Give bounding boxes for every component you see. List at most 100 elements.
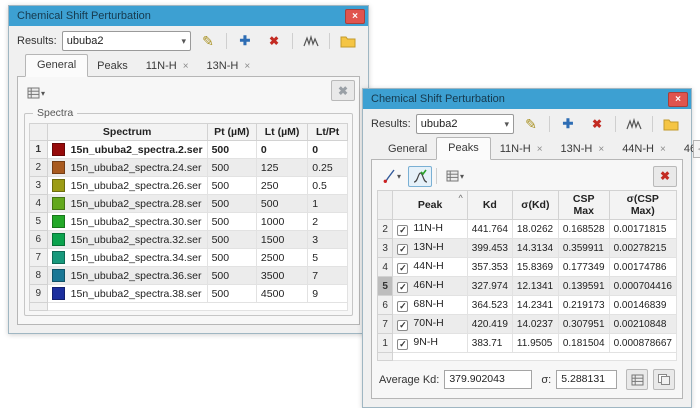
delete-peak-button[interactable]: ✖ <box>653 166 677 187</box>
kd-value: 327.974 <box>467 277 512 296</box>
add-result-button[interactable]: ✚ <box>233 31 257 52</box>
table-row[interactable]: 5 15n_ububa2_spectra.30.ser 500 1000 2 <box>30 213 348 231</box>
tab-44n-h[interactable]: 44N-H× <box>613 140 675 159</box>
row-number[interactable]: 1 <box>378 334 393 353</box>
row-number[interactable]: 3 <box>378 239 393 258</box>
col-header-pt[interactable]: Pt (µM) <box>207 124 256 141</box>
peak-checkbox[interactable]: ✓ <box>397 339 408 350</box>
tab-general[interactable]: General <box>25 54 88 77</box>
table-row[interactable]: 7 ✓70N-H 420.419 14.0237 0.307951 0.0021… <box>378 315 677 334</box>
row-number[interactable]: 4 <box>30 195 48 213</box>
chevron-down-icon: ▾ <box>504 119 509 130</box>
peak-checkbox[interactable]: ✓ <box>397 225 408 236</box>
col-header-peak[interactable]: Peak^ <box>393 191 467 220</box>
close-button[interactable]: × <box>345 9 365 24</box>
show-peaks-button[interactable] <box>299 31 323 52</box>
results-value: ububa2 <box>421 118 458 130</box>
pick-peaks-button[interactable] <box>408 166 432 187</box>
tab-11n-h[interactable]: 11N-H× <box>491 140 552 159</box>
tab-bar: General Peaks 11N-H× 13N-H× <box>17 55 360 77</box>
tab-general[interactable]: General <box>379 140 436 159</box>
table-row[interactable]: 4 15n_ububa2_spectra.28.ser 500 500 1 <box>30 195 348 213</box>
col-header-csp-max[interactable]: CSP Max <box>558 191 609 220</box>
row-number[interactable]: 1 <box>30 141 48 159</box>
row-number[interactable]: 3 <box>30 177 48 195</box>
tab-11n-h[interactable]: 11N-H× <box>137 57 198 76</box>
row-number[interactable]: 6 <box>30 231 48 249</box>
row-number[interactable]: 2 <box>378 220 393 239</box>
table-row[interactable]: 6 ✓68N-H 364.523 14.2341 0.219173 0.0014… <box>378 296 677 315</box>
peak-checkbox[interactable]: ✓ <box>397 301 408 312</box>
edit-result-button[interactable]: ✎ <box>196 31 220 52</box>
tab-close-icon[interactable]: × <box>598 144 604 155</box>
row-number-current[interactable]: 5 <box>378 277 393 296</box>
tab-close-icon[interactable]: × <box>183 61 189 72</box>
table-row[interactable]: 7 15n_ububa2_spectra.34.ser 500 2500 5 <box>30 249 348 267</box>
table-menu-button[interactable]: ▾ <box>24 83 48 104</box>
spectrum-name: 15n_ububa2_spectra.26.ser <box>71 180 202 192</box>
show-peaks-button[interactable] <box>622 114 646 135</box>
toolbar-separator <box>329 33 330 49</box>
tab-close-icon[interactable]: × <box>244 61 250 72</box>
tab-13n-h[interactable]: 13N-H× <box>198 57 260 76</box>
col-header-ltpt[interactable]: Lt/Pt <box>308 124 348 141</box>
results-value: ububa2 <box>67 35 104 47</box>
tab-peaks[interactable]: Peaks <box>436 137 491 160</box>
table-row[interactable]: 8 15n_ububa2_spectra.36.ser 500 3500 7 <box>30 267 348 285</box>
remove-button-disabled[interactable]: ✖ <box>331 80 355 101</box>
tab-46n-h[interactable]: 46N <box>675 140 693 159</box>
col-header-sigma-csp-max[interactable]: σ(CSP Max) <box>609 191 676 220</box>
row-number[interactable]: 7 <box>30 249 48 267</box>
peak-checkbox[interactable]: ✓ <box>397 244 408 255</box>
col-header-sigma-kd[interactable]: σ(Kd) <box>512 191 558 220</box>
close-button[interactable]: × <box>668 92 688 107</box>
ltpt-value: 5 <box>308 249 348 267</box>
table-row[interactable]: 2 15n_ububa2_spectra.24.ser 500 125 0.25 <box>30 159 348 177</box>
tab-peaks[interactable]: Peaks <box>88 57 137 76</box>
tab-close-icon[interactable]: × <box>537 144 543 155</box>
titlebar[interactable]: Chemical Shift Perturbation × <box>9 6 368 26</box>
delete-result-button[interactable]: ✖ <box>262 31 286 52</box>
sigma-field[interactable]: 5.288131 <box>556 370 617 389</box>
average-kd-field[interactable]: 379.902043 <box>444 370 532 389</box>
results-combobox[interactable]: ububa2 ▾ <box>62 31 191 51</box>
row-number[interactable]: 7 <box>378 315 393 334</box>
open-folder-button[interactable] <box>336 31 360 52</box>
table-row[interactable]: 3 ✓13N-H 399.453 14.3134 0.359911 0.0027… <box>378 239 677 258</box>
open-folder-button[interactable] <box>659 114 683 135</box>
delete-result-button[interactable]: ✖ <box>585 114 609 135</box>
row-number[interactable]: 5 <box>30 213 48 231</box>
peak-picker-button[interactable]: ▾ <box>377 166 405 187</box>
table-view-button[interactable] <box>626 369 648 390</box>
copy-button[interactable] <box>653 369 675 390</box>
table-row[interactable]: 1 ✓9N-H 383.71 11.9505 0.181504 0.000878… <box>378 334 677 353</box>
table-menu-button[interactable]: ▾ <box>441 166 469 187</box>
titlebar[interactable]: Chemical Shift Perturbation × <box>363 89 691 109</box>
table-row[interactable]: 1 15n_ububa2_spectra.2.ser 500 0 0 <box>30 141 348 159</box>
row-number[interactable]: 2 <box>30 159 48 177</box>
col-header-lt[interactable]: Lt (µM) <box>256 124 307 141</box>
table-row[interactable]: 5 ✓46N-H 327.974 12.1341 0.139591 0.0007… <box>378 277 677 296</box>
row-header-corner <box>378 191 393 220</box>
edit-result-button[interactable]: ✎ <box>519 114 543 135</box>
row-number[interactable]: 6 <box>378 296 393 315</box>
table-row[interactable]: 3 15n_ububa2_spectra.26.ser 500 250 0.5 <box>30 177 348 195</box>
row-number[interactable]: 4 <box>378 258 393 277</box>
lt-value: 1500 <box>256 231 307 249</box>
table-row[interactable]: 9 15n_ububa2_spectra.38.ser 500 4500 9 <box>30 285 348 303</box>
row-number[interactable]: 8 <box>30 267 48 285</box>
tab-close-icon[interactable]: × <box>660 144 666 155</box>
table-row[interactable]: 6 15n_ububa2_spectra.32.ser 500 1500 3 <box>30 231 348 249</box>
tab-13n-h[interactable]: 13N-H× <box>552 140 614 159</box>
add-result-button[interactable]: ✚ <box>556 114 580 135</box>
row-number[interactable]: 9 <box>30 285 48 303</box>
table-row[interactable]: 2 ✓11N-H 441.764 18.0262 0.168528 0.0017… <box>378 220 677 239</box>
col-header-kd[interactable]: Kd <box>467 191 512 220</box>
peak-checkbox[interactable]: ✓ <box>397 263 408 274</box>
table-row[interactable]: 4 ✓44N-H 357.353 15.8369 0.177349 0.0017… <box>378 258 677 277</box>
col-header-spectrum[interactable]: Spectrum <box>47 124 207 141</box>
results-combobox[interactable]: ububa2 ▾ <box>416 114 514 134</box>
peak-checkbox[interactable]: ✓ <box>397 282 408 293</box>
peak-checkbox[interactable]: ✓ <box>397 320 408 331</box>
tab-scroll-left-button[interactable]: ◀ <box>693 140 700 158</box>
